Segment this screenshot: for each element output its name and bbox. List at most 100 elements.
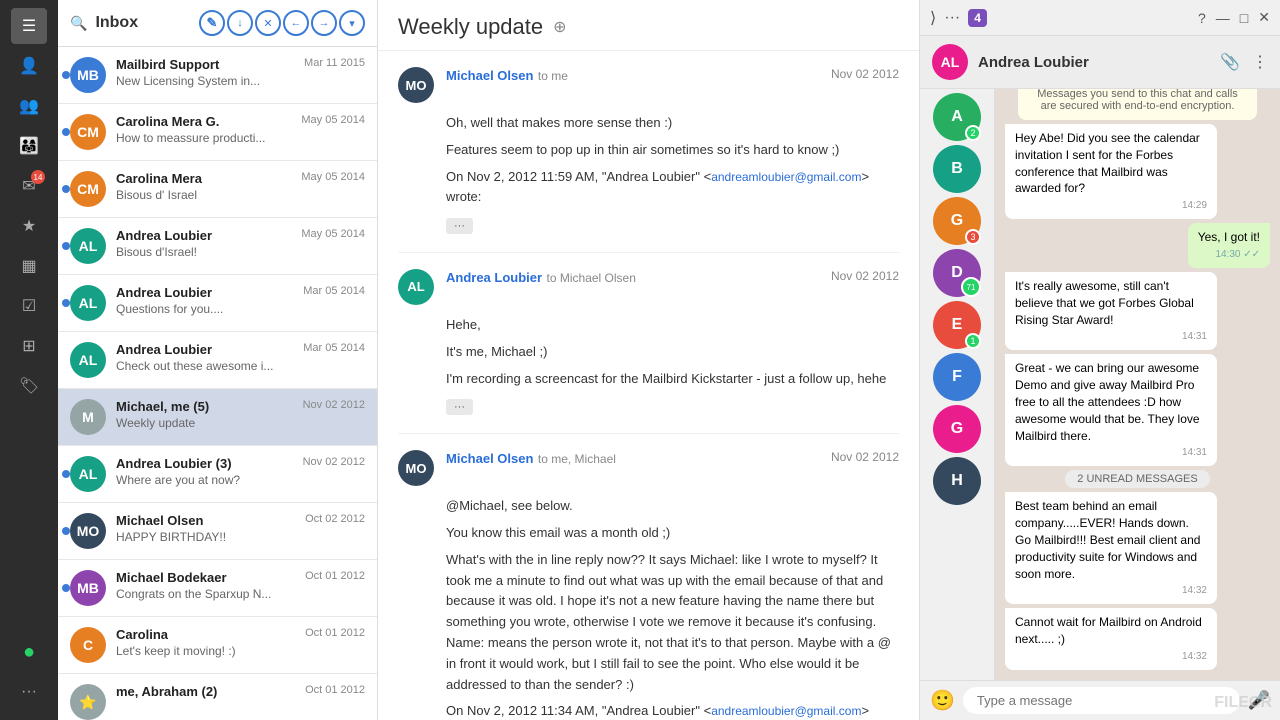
wa-contact-6[interactable]: F — [933, 353, 981, 401]
email-list-item-1[interactable]: CM Carolina Mera G. May 05 2014 How to m… — [58, 104, 377, 161]
wa-security-notice: Messages you send to this chat and calls… — [1018, 89, 1257, 120]
sidebar-icon-mail[interactable]: ✉ 14 — [11, 168, 47, 204]
calendar-icon: ▦ — [21, 256, 36, 276]
wa-message-input[interactable] — [963, 687, 1240, 714]
thread-body: Hehe,It's me, Michael ;)I'm recording a … — [398, 315, 899, 417]
sidebar-icon-star[interactable]: ★ — [11, 208, 47, 244]
whatsapp-panel: ⟩ ··· 4 ? — □ ✕ AL Andrea Loubier 📎 ⋮ A … — [920, 0, 1280, 720]
email-list-item-8[interactable]: MO Michael Olsen Oct 02 2012 HAPPY BIRTH… — [58, 503, 377, 560]
email-preview: HAPPY BIRTHDAY!! — [116, 530, 365, 544]
search-icon[interactable]: 🔍 — [70, 15, 87, 32]
sidebar-icon-more[interactable]: ··· — [11, 674, 47, 710]
email-sender: me, Abraham (2) Oct 01 2012 — [116, 684, 365, 699]
add-icon[interactable]: ⊕ — [553, 17, 566, 37]
compose-button[interactable]: ✎ — [199, 10, 225, 36]
wa-message-8: Cannot wait for Mailbird on Android next… — [1005, 608, 1217, 670]
wa-contact-1[interactable]: A 2 — [933, 93, 981, 141]
email-date: May 05 2014 — [301, 114, 365, 129]
wa-maximize-icon[interactable]: □ — [1240, 10, 1248, 26]
whatsapp-icon: ● — [23, 641, 35, 664]
wa-notification-badge: 4 — [968, 9, 987, 27]
email-content: Michael Olsen Oct 02 2012 HAPPY BIRTHDAY… — [116, 513, 365, 544]
email-content: Andrea Loubier May 05 2014 Bisous d'Isra… — [116, 228, 365, 259]
wa-contact-avatar: AL — [932, 44, 968, 80]
wa-contact-8[interactable]: H — [933, 457, 981, 505]
sidebar-icon-calendar[interactable]: ▦ — [11, 248, 47, 284]
wa-contact-3[interactable]: G 3 — [933, 197, 981, 245]
prev-button[interactable]: ← — [283, 10, 309, 36]
email-list-item-11[interactable]: ⭐ me, Abraham (2) Oct 01 2012 — [58, 674, 377, 720]
sidebar-icon-apps[interactable]: ⊞ — [11, 328, 47, 364]
email-link[interactable]: andreamloubier@gmail.com — [711, 704, 861, 718]
wa-attach-icon[interactable]: 📎 — [1220, 52, 1240, 72]
email-date: Oct 01 2012 — [305, 684, 365, 699]
person-icon: 👤 — [19, 56, 39, 76]
contacts-icon: 👥 — [19, 96, 39, 116]
email-avatar: MB — [70, 570, 106, 606]
filter-button[interactable]: ▾ — [339, 10, 365, 36]
email-avatar: AL — [70, 456, 106, 492]
email-avatar: CM — [70, 114, 106, 150]
email-view: Weekly update ⊕ MO Michael Olsen to me N… — [378, 0, 920, 720]
expand-button[interactable]: ··· — [446, 218, 473, 234]
email-list-item-0[interactable]: MB Mailbird Support Mar 11 2015 New Lice… — [58, 47, 377, 104]
sidebar-icon-contacts[interactable]: 👥 — [11, 88, 47, 124]
email-list-item-10[interactable]: C Carolina Oct 01 2012 Let's keep it mov… — [58, 617, 377, 674]
sidebar-icon-menu[interactable]: ☰ — [11, 8, 47, 44]
wa-close-icon[interactable]: ✕ — [1258, 9, 1270, 26]
delete-button[interactable]: ✕ — [255, 10, 281, 36]
sidebar-icon-person[interactable]: 👤 — [11, 48, 47, 84]
unread-dot — [62, 584, 70, 592]
email-preview: Questions for you.... — [116, 302, 365, 316]
email-preview: Let's keep it moving! :) — [116, 644, 365, 658]
email-date: Mar 11 2015 — [304, 57, 365, 72]
email-link[interactable]: andreamloubier@gmail.com — [711, 170, 861, 184]
wa-menu-icon[interactable]: ⋮ — [1252, 52, 1268, 72]
email-list-item-7[interactable]: AL Andrea Loubier (3) Nov 02 2012 Where … — [58, 446, 377, 503]
sidebar-icon-whatsapp[interactable]: ● — [11, 634, 47, 670]
thread-body: Oh, well that makes more sense then :)Fe… — [398, 113, 899, 236]
wa-minimize-icon[interactable]: — — [1216, 10, 1230, 26]
wa-window-icons: ? — □ ✕ — [1198, 9, 1270, 26]
menu-icon: ☰ — [22, 16, 36, 36]
expand-button[interactable]: ··· — [446, 399, 473, 415]
thread-date: Nov 02 2012 — [831, 269, 899, 283]
sidebar-icon-people[interactable]: 👨‍👩‍👧 — [11, 128, 47, 164]
email-sender: Carolina Mera May 05 2014 — [116, 171, 365, 186]
email-preview: Bisous d' Israel — [116, 188, 365, 202]
wa-contact-7[interactable]: G — [933, 405, 981, 453]
next-button[interactable]: → — [311, 10, 337, 36]
email-avatar: AL — [70, 228, 106, 264]
thread-body: @Michael, see below.You know this email … — [398, 496, 899, 720]
wa-badge-3: 3 — [965, 229, 981, 245]
sidebar-icon-tasks[interactable]: ☑ — [11, 288, 47, 324]
email-list-item-9[interactable]: MB Michael Bodekaer Oct 01 2012 Congrats… — [58, 560, 377, 617]
wa-contact-5[interactable]: E 1 — [933, 301, 981, 349]
email-list-item-5[interactable]: AL Andrea Loubier Mar 05 2014 Check out … — [58, 332, 377, 389]
email-list-item-2[interactable]: CM Carolina Mera May 05 2014 Bisous d' I… — [58, 161, 377, 218]
email-list-item-4[interactable]: AL Andrea Loubier Mar 05 2014 Questions … — [58, 275, 377, 332]
thread-date: Nov 02 2012 — [831, 450, 899, 464]
unread-dot — [62, 470, 70, 478]
wa-emoji-icon[interactable]: 🙂 — [930, 688, 955, 713]
wa-question-icon[interactable]: ? — [1198, 10, 1206, 26]
wa-contact-name: Andrea Loubier — [978, 54, 1210, 71]
email-sender: Andrea Loubier (3) Nov 02 2012 — [116, 456, 365, 471]
thread-message-header: MO Michael Olsen to me Nov 02 2012 — [398, 67, 899, 103]
email-list-item-3[interactable]: AL Andrea Loubier May 05 2014 Bisous d'I… — [58, 218, 377, 275]
wa-contact-2[interactable]: B — [933, 145, 981, 193]
wa-dots-icon[interactable]: ··· — [944, 9, 960, 27]
wa-contact-4[interactable]: D 71 — [933, 249, 981, 297]
sidebar: ☰ 👤 👥 👨‍👩‍👧 ✉ 14 ★ ▦ ☑ ⊞ 🏷 ● ··· — [0, 0, 58, 720]
unread-dot — [62, 299, 70, 307]
wa-header-icons: 📎 ⋮ — [1220, 52, 1268, 72]
email-thread: MO Michael Olsen to me Nov 02 2012 Oh, w… — [378, 51, 919, 720]
email-list-item-6[interactable]: M Michael, me (5) Nov 02 2012 Weekly upd… — [58, 389, 377, 446]
email-content: Carolina Oct 01 2012 Let's keep it movin… — [116, 627, 365, 658]
email-avatar: C — [70, 627, 106, 663]
sidebar-icon-tags[interactable]: 🏷 — [11, 368, 47, 404]
download-button[interactable]: ↓ — [227, 10, 253, 36]
wa-expand-icon[interactable]: ⟩ — [930, 8, 936, 28]
email-preview: Weekly update — [116, 416, 365, 430]
email-date: Oct 01 2012 — [305, 570, 365, 585]
